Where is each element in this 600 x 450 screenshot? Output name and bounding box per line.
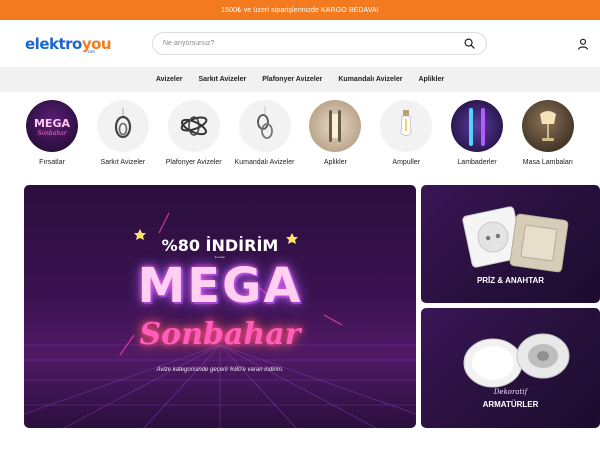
mega-sonbahar-banner[interactable]: %80 İNDİRİM E varan MEGA Sonbahar Avize …	[24, 185, 416, 428]
user-icon	[577, 38, 589, 50]
category-strip: MEGA Sonbahar Fırsatlar Sarkıt Avizeler …	[0, 92, 600, 184]
banner-script: Sonbahar	[139, 317, 301, 352]
nav-item-avizeler[interactable]: Avizeler	[156, 76, 183, 83]
search-input[interactable]	[163, 40, 462, 47]
side-banner-1-label: PRİZ & ANAHTAR	[476, 276, 545, 285]
category-label: Kumandalı Avizeler	[234, 159, 295, 166]
ceiling-light-icon	[167, 100, 220, 152]
wall-lamp-icon	[309, 100, 362, 152]
category-label: Lambaderler	[457, 159, 497, 166]
logo-part-1: elektro	[25, 34, 82, 53]
nav-item-plafonyer-avizeler[interactable]: Plafonyer Avizeler	[262, 76, 322, 83]
socket-switch-graphic	[462, 206, 569, 273]
svg-text:MEGA: MEGA	[34, 117, 70, 130]
banner-discount: %80 İNDİRİM	[161, 236, 279, 255]
category-firsatlar[interactable]: MEGA Sonbahar Fırsatlar	[18, 100, 86, 184]
downlight-graphic	[463, 333, 570, 388]
category-plafonyer-avizeler[interactable]: Plafonyer Avizeler	[160, 100, 228, 184]
priz-anahtar-banner[interactable]: PRİZ & ANAHTAR	[421, 185, 600, 303]
category-label: Sarkıt Avizeler	[100, 159, 146, 166]
banner-description: Avize kategorisinde geçerli %80'e varan …	[156, 367, 284, 373]
header: elektro you .com	[0, 20, 600, 67]
category-lambaderler[interactable]: Lambaderler	[443, 100, 511, 184]
category-ampuller[interactable]: Ampuller	[372, 100, 440, 184]
category-kumandali-avizeler[interactable]: Kumandalı Avizeler	[231, 100, 299, 184]
category-label: Masa Lambaları	[522, 159, 573, 166]
nav-item-aplikler[interactable]: Aplikler	[418, 76, 444, 83]
search-button[interactable]	[462, 37, 476, 51]
category-label: Ampuller	[392, 159, 421, 166]
nav-item-kumandali-avizeler[interactable]: Kumandalı Avizeler	[338, 76, 402, 83]
side-banner-2-script: Dekoratif	[493, 388, 528, 396]
announcement-bar: 1500₺ ve üzeri siparişlerinizde KARGO BE…	[0, 0, 600, 20]
announcement-text: 1500₺ ve üzeri siparişlerinizde KARGO BE…	[221, 7, 379, 14]
nav-item-sarkit-avizeler[interactable]: Sarkıt Avizeler	[198, 76, 246, 83]
category-masa-lambalari[interactable]: Masa Lambaları	[514, 100, 582, 184]
bulb-icon	[380, 100, 433, 152]
category-label: Aplikler	[323, 159, 347, 166]
floor-lamp-icon	[451, 100, 504, 152]
category-label: Fırsatlar	[39, 159, 65, 166]
pendant-chandelier-icon	[96, 100, 149, 152]
dekoratif-armaturler-banner[interactable]: Dekoratif ARMATÜRLER	[421, 308, 600, 428]
main-nav: Avizeler Sarkıt Avizeler Plafonyer Avize…	[0, 67, 600, 92]
logo-suffix: .com	[87, 48, 95, 54]
category-sarkit-avizeler[interactable]: Sarkıt Avizeler	[89, 100, 157, 184]
search-bar	[152, 32, 487, 55]
search-icon	[464, 38, 475, 49]
site-logo[interactable]: elektro you .com	[25, 34, 112, 54]
mega-badge-icon: MEGA Sonbahar	[26, 100, 78, 152]
banner-area: %80 İNDİRİM E varan MEGA Sonbahar Avize …	[24, 185, 600, 428]
account-button[interactable]	[577, 37, 591, 51]
side-banner-2-label: ARMATÜRLER	[482, 400, 539, 409]
banner-mega: MEGA	[137, 258, 303, 314]
remote-chandelier-icon	[238, 100, 291, 152]
category-label: Plafonyer Avizeler	[165, 159, 222, 166]
svg-text:Sonbahar: Sonbahar	[37, 130, 67, 137]
category-aplikler[interactable]: Aplikler	[301, 100, 369, 184]
table-lamp-icon	[521, 100, 574, 152]
